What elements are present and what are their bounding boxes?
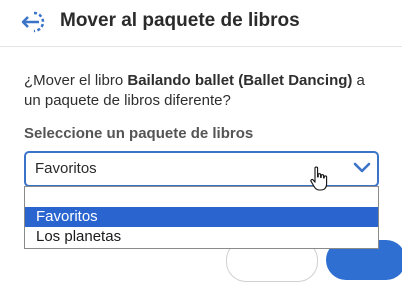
chevron-down-icon [353,162,371,173]
dialog-message: ¿Mover el libro Bailando ballet (Ballet … [24,71,384,111]
book-bundle-options: Favoritos Los planetas [24,186,379,249]
move-to-book-bundle-dialog: Mover al paquete de libros ¿Mover el lib… [0,0,402,282]
select-value: Favoritos [35,160,97,177]
option-los-planetas[interactable]: Los planetas [25,227,378,247]
message-prefix: ¿Mover el libro [24,72,128,89]
book-title: Bailando ballet (Ballet Dancing) [127,72,353,89]
select-label: Seleccione un paquete de libros [24,125,254,142]
move-back-icon[interactable] [20,9,50,35]
hand-pointer-icon [310,166,328,191]
dialog-title: Mover al paquete de libros [60,10,300,31]
dialog-header: Mover al paquete de libros [0,0,402,47]
option-favoritos[interactable]: Favoritos [25,207,378,227]
